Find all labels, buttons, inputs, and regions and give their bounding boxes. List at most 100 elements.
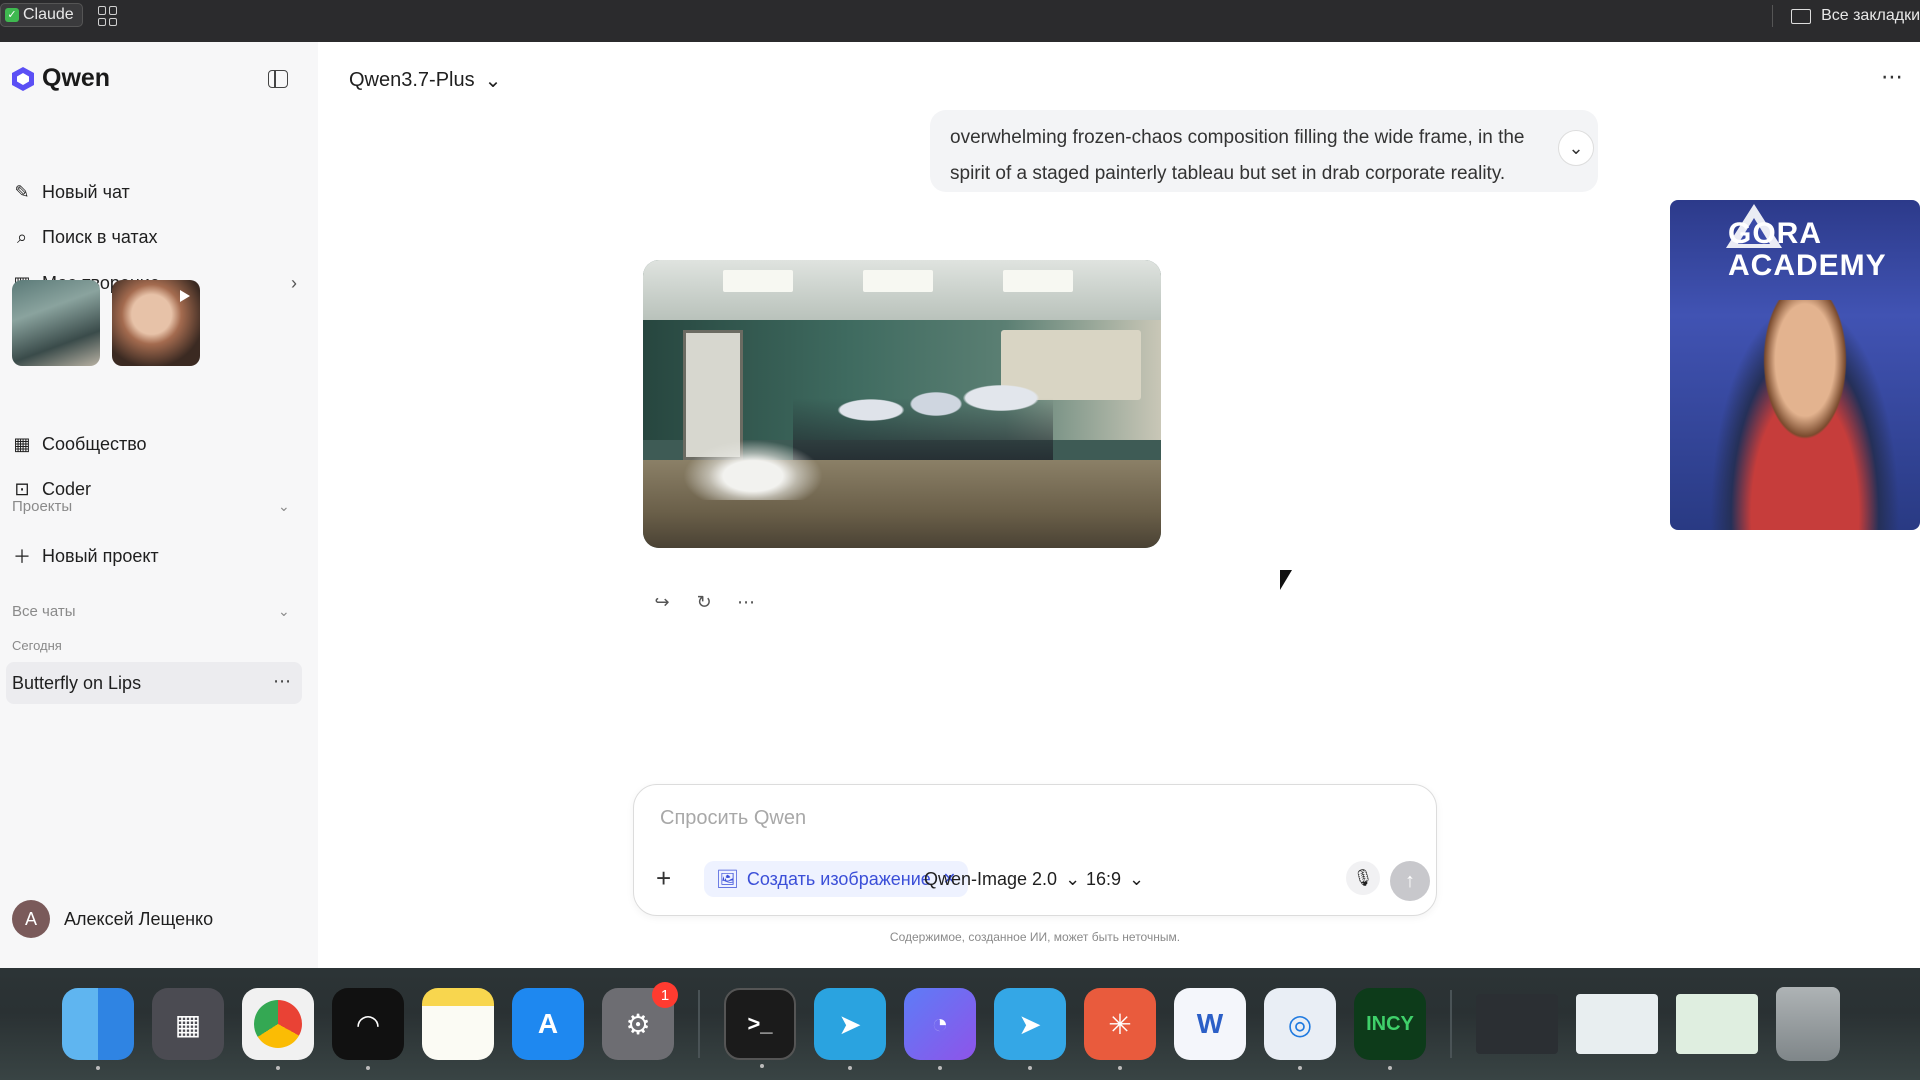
- sidebar-item-label: Сообщество: [42, 433, 147, 454]
- profile-tag-label: Claude: [23, 6, 74, 23]
- word-icon[interactable]: W: [1174, 988, 1246, 1060]
- browser-toolbar: ✓ Claude Все закладки: [0, 0, 1920, 42]
- perplexity-icon[interactable]: ◠: [332, 988, 404, 1070]
- user-name: Алексей Лещенко: [64, 908, 214, 929]
- image-light: [1003, 270, 1073, 292]
- chat-list-item[interactable]: Butterfly on Lips ⋯: [6, 662, 302, 704]
- incy-app-icon[interactable]: INCY: [1354, 988, 1426, 1070]
- qwen-app: Qwen ✎ Новый чат ⌕ Поиск в чатах ▥ Мое т…: [0, 42, 1920, 968]
- new-project-button[interactable]: ＋ Новый проект: [12, 542, 297, 570]
- aspect-ratio-label: 16:9: [1086, 869, 1122, 889]
- chevron-down-icon[interactable]: ⌄: [278, 498, 290, 515]
- create-image-label: Создать изображение: [746, 868, 931, 889]
- qwen-logo-icon: [10, 66, 36, 92]
- add-attachment-icon[interactable]: +: [656, 863, 671, 894]
- dock-separator: [1450, 990, 1452, 1058]
- image-light: [723, 270, 793, 292]
- chevron-right-icon: ›: [291, 273, 297, 293]
- arrow-up-icon: ↑: [1405, 869, 1415, 892]
- expand-message-button[interactable]: ⌄: [1558, 130, 1594, 166]
- chat-composer: Спросить Qwen + 🖼 Создать изображение ✕ …: [633, 784, 1437, 916]
- telegram-lite-icon[interactable]: ➤: [994, 988, 1066, 1070]
- webcam-brand: GORA ACADEMY: [1728, 217, 1887, 282]
- search-icon: ⌕: [16, 226, 28, 247]
- trash-icon[interactable]: [1776, 987, 1840, 1061]
- image-model-label: Qwen-Image 2.0: [924, 869, 1058, 889]
- folder-icon: [1791, 8, 1812, 24]
- sidebar: Qwen ✎ Новый чат ⌕ Поиск в чатах ▥ Мое т…: [0, 42, 318, 968]
- sidebar-item-label: Новый чат: [42, 181, 130, 202]
- all-chats-section-label: Все чаты: [12, 603, 76, 620]
- projects-section-label: Проекты: [12, 498, 73, 515]
- new-project-label: Новый проект: [42, 545, 159, 566]
- more-options-icon[interactable]: ⋯: [273, 671, 292, 692]
- claude-app-icon[interactable]: ✳: [1084, 988, 1156, 1070]
- sidebar-item-new-chat[interactable]: ✎ Новый чат: [12, 178, 297, 206]
- macos-dock: ▦ ◠ A ⚙ 1 >_ ➤ ◔ ➤ ✳ W ◎ INCY: [62, 980, 1840, 1070]
- grid-icon: ▦: [13, 433, 31, 454]
- share-icon[interactable]: ↪: [652, 592, 672, 612]
- launchpad-icon[interactable]: ▦: [152, 988, 224, 1060]
- message-line: overwhelming frozen-chaos composition fi…: [950, 127, 1525, 148]
- ai-disclaimer: Содержимое, созданное ИИ, может быть нет…: [889, 930, 1181, 944]
- creation-thumbnail-image[interactable]: [12, 280, 100, 366]
- play-icon: [180, 290, 190, 302]
- image-model-selector[interactable]: Qwen-Image 2.0 ⌄: [924, 869, 1080, 890]
- profile-tag[interactable]: ✓ Claude: [0, 3, 83, 27]
- dock-separator: [698, 990, 700, 1058]
- image-spray: [683, 440, 823, 500]
- sidebar-collapse-icon[interactable]: [268, 70, 288, 88]
- chevron-down-icon: ⌄: [1568, 137, 1584, 158]
- generated-image[interactable]: [643, 260, 1161, 548]
- more-menu-icon[interactable]: ⋯: [1881, 64, 1904, 90]
- send-button[interactable]: ↑: [1390, 861, 1430, 901]
- terminal-icon: ⊡: [14, 478, 30, 499]
- aspect-ratio-selector[interactable]: 16:9 ⌄: [1086, 869, 1144, 890]
- check-icon: ✓: [5, 8, 19, 22]
- app-store-icon[interactable]: A: [512, 988, 584, 1060]
- regenerate-icon[interactable]: ↻: [694, 592, 714, 612]
- chrome-icon[interactable]: [242, 988, 314, 1070]
- notes-icon[interactable]: [422, 988, 494, 1060]
- minimized-window-thumbnail[interactable]: [1476, 994, 1558, 1054]
- notification-badge: 1: [652, 982, 678, 1008]
- sidebar-item-search[interactable]: ⌕ Поиск в чатах: [12, 223, 297, 251]
- finder-icon[interactable]: [62, 988, 134, 1070]
- logo-text: Qwen: [42, 64, 111, 92]
- tab-grid-icon[interactable]: [98, 6, 118, 26]
- safari-icon[interactable]: ◎: [1264, 988, 1336, 1070]
- chevron-down-icon: ⌄: [484, 70, 502, 92]
- chevron-down-icon[interactable]: ⌄: [278, 603, 290, 620]
- all-bookmarks-label: Все закладки: [1821, 7, 1920, 24]
- sidebar-item-label: Coder: [42, 478, 92, 499]
- system-settings-icon[interactable]: ⚙ 1: [602, 982, 678, 1060]
- today-label: Сегодня: [12, 638, 62, 653]
- terminal-app-icon[interactable]: >_: [724, 988, 796, 1068]
- presenter: [1710, 300, 1900, 530]
- model-selector[interactable]: Qwen3.7-Plus ⌄: [349, 68, 501, 93]
- composer-input[interactable]: Спросить Qwen: [660, 807, 806, 830]
- user-profile[interactable]: А Алексей Лещенко: [12, 900, 213, 938]
- all-bookmarks-button[interactable]: Все закладки: [1772, 5, 1920, 27]
- webcam-overlay: GORA ACADEMY: [1670, 200, 1920, 530]
- avatar: А: [12, 900, 50, 938]
- app-icon[interactable]: ◔: [904, 988, 976, 1070]
- microphone-icon[interactable]: 🎙: [1346, 861, 1380, 895]
- sidebar-item-label: Поиск в чатах: [42, 226, 158, 247]
- sidebar-item-community[interactable]: ▦ Сообщество: [12, 430, 297, 458]
- minimized-window-thumbnail[interactable]: [1576, 994, 1658, 1054]
- image-people: [793, 350, 1053, 470]
- image-icon: 🖼: [716, 868, 739, 889]
- telegram-icon[interactable]: ➤: [814, 988, 886, 1070]
- minimized-window-thumbnail[interactable]: [1676, 994, 1758, 1054]
- image-light: [863, 270, 933, 292]
- more-options-icon[interactable]: ⋯: [736, 592, 756, 612]
- user-message: overwhelming frozen-chaos composition fi…: [930, 110, 1598, 192]
- new-chat-icon: ✎: [14, 181, 30, 202]
- qwen-logo[interactable]: Qwen: [10, 64, 110, 93]
- message-actions: ↪ ↻ ⋯: [652, 592, 756, 612]
- creation-thumbnail-video[interactable]: [112, 280, 200, 366]
- mouse-cursor-icon: [1280, 570, 1292, 590]
- incy-label: INCY: [1366, 1012, 1414, 1035]
- chevron-down-icon: ⌄: [1129, 869, 1145, 889]
